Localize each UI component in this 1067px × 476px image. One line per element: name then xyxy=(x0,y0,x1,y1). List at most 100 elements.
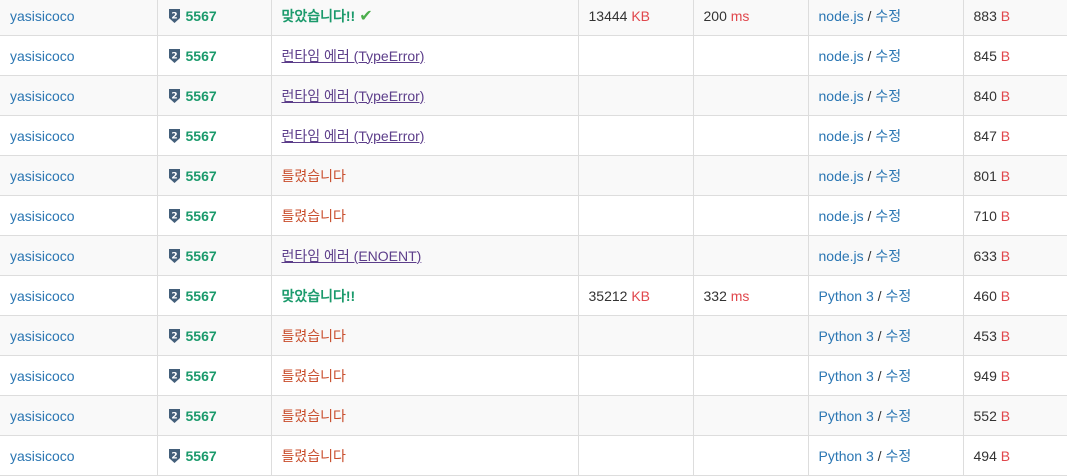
edit-link[interactable]: 수정 xyxy=(875,168,901,184)
length-unit: B xyxy=(1000,167,1011,184)
user-link[interactable]: yasisicoco xyxy=(10,368,75,384)
result-text[interactable]: 맞았습니다!! xyxy=(282,8,356,24)
edit-link[interactable]: 수정 xyxy=(875,128,901,144)
code-length: 460 xyxy=(973,287,997,304)
memory-cell xyxy=(578,155,694,196)
length-unit: B xyxy=(1000,327,1011,344)
length-cell: 845 B xyxy=(963,35,1067,76)
edit-link[interactable]: 수정 xyxy=(875,208,901,224)
result-text[interactable]: 틀렸습니다 xyxy=(282,408,346,424)
user-link[interactable]: yasisicoco xyxy=(10,448,75,464)
result-text[interactable]: 런타임 에러 (TypeError) xyxy=(282,128,425,144)
result-text[interactable]: 맞았습니다!! xyxy=(282,288,356,304)
code-length: 494 xyxy=(973,447,997,464)
user-link[interactable]: yasisicoco xyxy=(10,248,75,264)
language-link[interactable]: node.js xyxy=(819,48,864,64)
check-icon: ✔ xyxy=(359,7,373,25)
user-link[interactable]: yasisicoco xyxy=(10,168,75,184)
user-cell: yasisicoco xyxy=(0,115,158,156)
language-link[interactable]: node.js xyxy=(819,168,864,184)
problem-link[interactable]: 5567 xyxy=(186,448,217,464)
result-cell: 런타임 에러 (ENOENT) xyxy=(271,235,579,276)
table-row: yasisicoco 2 5567 런타임 에러 (TypeError) node… xyxy=(0,115,1067,156)
problem-link[interactable]: 5567 xyxy=(186,128,217,144)
problem-link[interactable]: 5567 xyxy=(186,408,217,424)
language-link[interactable]: Python 3 xyxy=(819,368,874,384)
user-link[interactable]: yasisicoco xyxy=(10,48,75,64)
result-cell: 틀렸습니다 xyxy=(271,395,579,436)
table-row: yasisicoco 2 5567 맞았습니다!! 35212 KB 332 ms… xyxy=(0,275,1067,316)
user-link[interactable]: yasisicoco xyxy=(10,208,75,224)
memory-cell: 13444 KB xyxy=(578,0,694,36)
table-row: yasisicoco 2 5567 맞았습니다!! ✔ 13444 KB 200 m… xyxy=(0,0,1067,36)
language-link[interactable]: Python 3 xyxy=(819,328,874,344)
problem-link[interactable]: 5567 xyxy=(186,368,217,384)
language-cell: Python 3 / 수정 xyxy=(808,315,964,356)
language-link[interactable]: Python 3 xyxy=(819,408,874,424)
length-cell: 801 B xyxy=(963,155,1067,196)
memory-cell xyxy=(578,355,694,396)
edit-link[interactable]: 수정 xyxy=(885,448,911,464)
language-link[interactable]: Python 3 xyxy=(819,448,874,464)
user-link[interactable]: yasisicoco xyxy=(10,88,75,104)
length-unit: B xyxy=(1000,87,1011,104)
language-cell: node.js / 수정 xyxy=(808,115,964,156)
memory-cell xyxy=(578,235,694,276)
language-link[interactable]: Python 3 xyxy=(819,288,874,304)
problem-link[interactable]: 5567 xyxy=(186,168,217,184)
problem-cell: 2 5567 xyxy=(157,0,272,36)
result-text[interactable]: 틀렸습니다 xyxy=(282,448,346,464)
time-cell xyxy=(693,435,809,476)
problem-link[interactable]: 5567 xyxy=(186,288,217,304)
length-cell: 840 B xyxy=(963,75,1067,116)
length-cell: 847 B xyxy=(963,115,1067,156)
edit-link[interactable]: 수정 xyxy=(875,48,901,64)
result-cell: 틀렸습니다 xyxy=(271,155,579,196)
tier-shield-icon: 2 xyxy=(168,328,180,343)
language-cell: Python 3 / 수정 xyxy=(808,275,964,316)
result-text[interactable]: 런타임 에러 (ENOENT) xyxy=(282,248,422,264)
problem-link[interactable]: 5567 xyxy=(186,88,217,104)
user-link[interactable]: yasisicoco xyxy=(10,8,75,24)
edit-link[interactable]: 수정 xyxy=(885,408,911,424)
svg-text:2: 2 xyxy=(171,211,177,221)
result-cell: 틀렸습니다 xyxy=(271,315,579,356)
edit-link[interactable]: 수정 xyxy=(885,288,911,304)
problem-link[interactable]: 5567 xyxy=(186,248,217,264)
language-link[interactable]: node.js xyxy=(819,208,864,224)
problem-cell: 2 5567 xyxy=(157,115,272,156)
result-text[interactable]: 런타임 에러 (TypeError) xyxy=(282,88,425,104)
user-link[interactable]: yasisicoco xyxy=(10,408,75,424)
tier-shield-icon: 2 xyxy=(168,88,180,103)
code-length: 710 xyxy=(973,207,997,224)
result-text[interactable]: 틀렸습니다 xyxy=(282,208,346,224)
edit-link[interactable]: 수정 xyxy=(885,368,911,384)
problem-link[interactable]: 5567 xyxy=(186,8,217,24)
edit-link[interactable]: 수정 xyxy=(875,8,901,24)
user-cell: yasisicoco xyxy=(0,195,158,236)
result-text[interactable]: 틀렸습니다 xyxy=(282,168,346,184)
language-link[interactable]: node.js xyxy=(819,248,864,264)
problem-link[interactable]: 5567 xyxy=(186,208,217,224)
edit-link[interactable]: 수정 xyxy=(875,248,901,264)
language-link[interactable]: node.js xyxy=(819,8,864,24)
user-link[interactable]: yasisicoco xyxy=(10,288,75,304)
length-unit: B xyxy=(1000,287,1011,304)
language-link[interactable]: node.js xyxy=(819,128,864,144)
problem-link[interactable]: 5567 xyxy=(186,48,217,64)
svg-text:2: 2 xyxy=(171,291,177,301)
problem-link[interactable]: 5567 xyxy=(186,328,217,344)
svg-text:2: 2 xyxy=(171,171,177,181)
user-link[interactable]: yasisicoco xyxy=(10,328,75,344)
result-text[interactable]: 틀렸습니다 xyxy=(282,368,346,384)
user-cell: yasisicoco xyxy=(0,395,158,436)
edit-link[interactable]: 수정 xyxy=(885,328,911,344)
result-text[interactable]: 런타임 에러 (TypeError) xyxy=(282,48,425,64)
language-link[interactable]: node.js xyxy=(819,88,864,104)
user-link[interactable]: yasisicoco xyxy=(10,128,75,144)
code-length: 883 xyxy=(973,7,997,24)
code-length: 633 xyxy=(973,247,997,264)
time-cell xyxy=(693,315,809,356)
edit-link[interactable]: 수정 xyxy=(875,88,901,104)
result-text[interactable]: 틀렸습니다 xyxy=(282,328,346,344)
